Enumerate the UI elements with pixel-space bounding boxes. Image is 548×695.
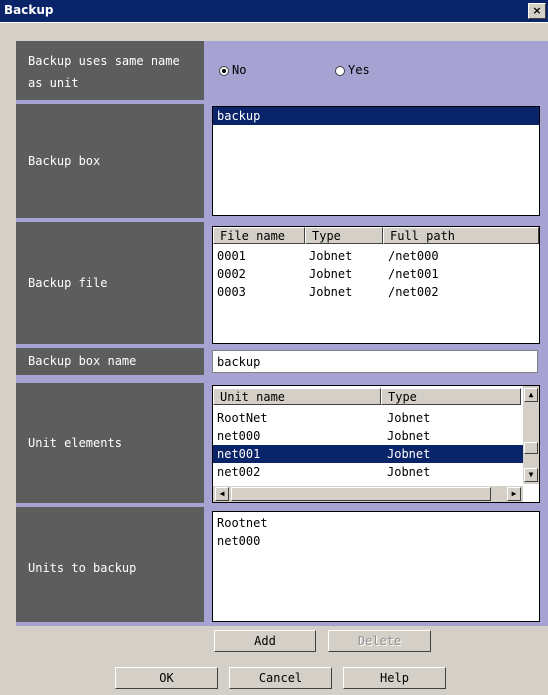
- list-item-type: Jobnet: [387, 411, 431, 425]
- backup-box-item[interactable]: backup: [213, 107, 539, 125]
- cell-file-name: 0002: [217, 267, 246, 281]
- radio-yes[interactable]: [335, 66, 345, 76]
- cell-file-name: 0001: [217, 249, 246, 263]
- list-item-type: Jobnet: [387, 447, 431, 461]
- radio-no-label: No: [232, 63, 247, 77]
- table-row[interactable]: 0003: [217, 283, 246, 301]
- backup-file-label: Backup file: [16, 222, 204, 344]
- cell-full-path: /net002: [388, 285, 439, 299]
- box-name-label-text: Backup box name: [28, 354, 137, 368]
- list-item[interactable]: net000: [217, 532, 260, 550]
- backup-file-table[interactable]: File name Type Full path 0001 Jobnet /ne…: [212, 226, 540, 344]
- column-header-file-name[interactable]: File name: [213, 227, 305, 244]
- cell-file-name: 0003: [217, 285, 246, 299]
- column-header-full-path[interactable]: Full path: [383, 227, 539, 244]
- cancel-button[interactable]: Cancel: [229, 667, 332, 689]
- column-header-type[interactable]: Type: [305, 227, 383, 244]
- units-to-backup-list[interactable]: Rootnet net000: [212, 511, 540, 622]
- cell-type: Jobnet: [309, 285, 353, 299]
- cell-type: Jobnet: [309, 249, 353, 263]
- cell-type: Jobnet: [309, 267, 353, 281]
- radio-yes-label: Yes: [348, 63, 370, 77]
- box-name-value: backup: [217, 355, 261, 369]
- backup-box-label-text: Backup box: [28, 154, 101, 168]
- units-to-backup-label: Units to backup: [16, 507, 204, 622]
- scroll-right-icon[interactable]: ▶: [507, 487, 521, 501]
- list-item[interactable]: RootNet: [217, 409, 268, 427]
- backup-box-label: Backup box: [16, 104, 204, 218]
- radio-no[interactable]: [219, 66, 229, 76]
- list-item[interactable]: net000: [217, 427, 260, 445]
- unit-elements-label-text: Unit elements: [28, 436, 122, 450]
- backup-file-label-text: Backup file: [28, 276, 108, 290]
- close-button[interactable]: ×: [528, 3, 546, 19]
- add-button[interactable]: Add: [214, 630, 316, 652]
- scroll-thumb-horizontal[interactable]: [231, 487, 491, 501]
- list-item-name: net001: [217, 447, 261, 461]
- column-header-type[interactable]: Type: [381, 388, 521, 405]
- unit-elements-list[interactable]: Unit name Type RootNet Jobnet net000 Job…: [212, 385, 540, 503]
- list-item[interactable]: net002: [217, 463, 260, 481]
- delete-button[interactable]: Delete: [328, 630, 431, 652]
- units-to-backup-label-text: Units to backup: [28, 561, 137, 575]
- same-name-label-line1: Backup uses same name: [28, 54, 180, 68]
- close-icon: ×: [532, 4, 542, 17]
- scroll-thumb[interactable]: [524, 442, 538, 454]
- list-item-type: Jobnet: [387, 429, 431, 443]
- same-name-label-line2: as unit: [28, 76, 79, 90]
- same-name-label: Backup uses same name as unit: [16, 41, 204, 100]
- vertical-scrollbar[interactable]: ▲ ▼: [523, 386, 539, 484]
- ok-button[interactable]: OK: [115, 667, 218, 689]
- list-item-selected[interactable]: net001 Jobnet: [213, 445, 523, 463]
- help-button[interactable]: Help: [343, 667, 446, 689]
- cell-full-path: /net001: [388, 267, 439, 281]
- title-bar: Backup ×: [0, 0, 548, 23]
- box-name-input[interactable]: backup: [212, 350, 538, 373]
- table-row[interactable]: 0001: [217, 247, 246, 265]
- scroll-left-icon[interactable]: ◀: [215, 487, 229, 501]
- list-item[interactable]: Rootnet: [217, 514, 268, 532]
- unit-elements-label: Unit elements: [16, 383, 204, 503]
- column-header-unit-name[interactable]: Unit name: [213, 388, 381, 405]
- table-row[interactable]: 0002: [217, 265, 246, 283]
- horizontal-scrollbar[interactable]: ◀ ▶: [213, 486, 523, 502]
- window-title: Backup: [4, 3, 54, 17]
- box-name-label: Backup box name: [16, 348, 204, 375]
- backup-box-list[interactable]: backup: [212, 106, 540, 216]
- cell-full-path: /net000: [388, 249, 439, 263]
- scroll-up-icon[interactable]: ▲: [524, 388, 538, 402]
- list-item-type: Jobnet: [387, 465, 431, 479]
- scroll-down-icon[interactable]: ▼: [524, 468, 538, 482]
